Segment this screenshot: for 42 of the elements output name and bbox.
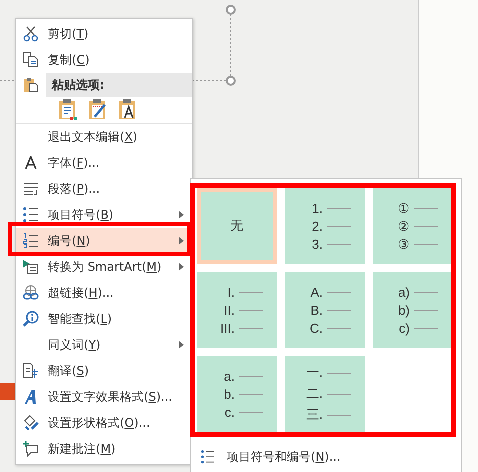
menu-item[interactable]: 设置文字效果格式(S)...	[16, 384, 192, 410]
copy-icon	[23, 52, 39, 68]
numbering-style-option[interactable]: 一. 二. 三.	[285, 356, 365, 432]
smartart-icon	[23, 259, 39, 275]
paste-options-heading: 粘贴选项:	[46, 73, 192, 97]
menu-item[interactable]: 段落(P)...	[16, 176, 192, 202]
font-icon	[24, 156, 38, 170]
menu-item[interactable]: 项目符号(B)	[16, 202, 192, 228]
menu-item[interactable]: 新建批注(M)	[16, 436, 192, 462]
menu-item[interactable]: 翻译(S)	[16, 358, 192, 384]
globe-link-icon	[23, 285, 39, 301]
smart-lookup-icon	[23, 311, 39, 327]
numbered-list-icon	[23, 233, 39, 249]
numbering-style-option[interactable]: 无	[197, 188, 277, 264]
paste-text-only-icon[interactable]	[118, 99, 138, 121]
text-effect-icon	[23, 389, 39, 405]
menu-item[interactable]: 转换为 SmartArt(M)	[16, 254, 192, 280]
menu-item[interactable]: 智能查找(L)	[16, 306, 192, 332]
menu-item[interactable]: 超链接(H)...	[16, 280, 192, 306]
paste-picture-icon[interactable]	[88, 99, 108, 121]
bullet-list-icon	[201, 450, 215, 464]
menu-item[interactable]: 剪切(T)	[16, 21, 192, 47]
paste-keep-formatting-icon[interactable]	[58, 99, 78, 121]
paste-icon	[23, 77, 39, 93]
numbering-style-option[interactable]: a) b) c)	[373, 272, 451, 348]
numbering-style-option[interactable]: a. b. c.	[197, 356, 277, 432]
bullet-list-icon	[23, 207, 39, 223]
menu-item[interactable]: 字体(F)...	[16, 150, 192, 176]
numbering-style-option[interactable]: I. II. III.	[197, 272, 277, 348]
numbering-style-option[interactable]: A. B. C.	[285, 272, 365, 348]
menu-item[interactable]: 退出文本编辑(X)	[16, 124, 192, 150]
translate-icon	[23, 363, 39, 379]
paragraph-icon	[23, 181, 39, 197]
menu-item[interactable]: 设置形状格式(O)...	[16, 410, 192, 436]
numbering-style-option[interactable]: 1. 2. 3.	[285, 188, 365, 264]
menu-item[interactable]: 项目符号和编号(N)...	[197, 446, 461, 468]
menu-item[interactable]: 复制(C)	[16, 47, 192, 73]
new-comment-icon	[23, 441, 39, 457]
paint-bucket-icon	[23, 415, 39, 431]
scissors-icon	[23, 26, 39, 42]
menu-item[interactable]: 同义词(Y)	[16, 332, 192, 358]
numbering-style-option[interactable]: ① ② ③	[373, 188, 451, 264]
